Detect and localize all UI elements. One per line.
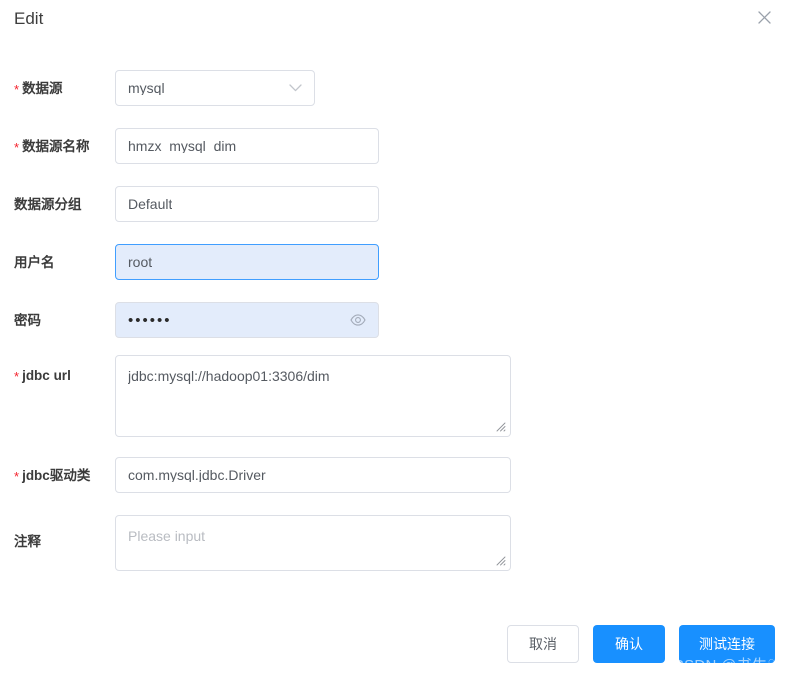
jdbc-url-textarea[interactable]: jdbc:mysql://hadoop01:3306/dim (115, 355, 511, 437)
form-row-datasource-name: * 数据源名称 hmzx_mysql_dim (0, 128, 789, 164)
test-connection-button[interactable]: 测试连接 (679, 625, 775, 663)
dialog-header: Edit (0, 0, 789, 48)
datasource-type-select[interactable]: mysql (115, 70, 315, 106)
label-datasource-type: * 数据源 (14, 79, 63, 99)
chevron-down-icon (289, 84, 302, 92)
dialog-footer: 取消 确认 测试连接 (507, 611, 775, 677)
datasource-group-input[interactable]: Default (115, 186, 379, 222)
resize-handle-icon[interactable] (496, 556, 508, 568)
form-row-username: 用户名 root (0, 244, 789, 280)
label-datasource-group: 数据源分组 (14, 195, 82, 215)
label-text: jdbc驱动类 (22, 468, 91, 483)
comment-textarea[interactable]: Please input (115, 515, 511, 571)
resize-handle-icon[interactable] (496, 422, 508, 434)
label-text: 数据源 (22, 81, 63, 96)
form-row-comment: 注释 Please input (0, 515, 789, 571)
label-jdbc-driver: * jdbc驱动类 (14, 466, 90, 486)
required-marker: * (14, 82, 20, 97)
label-comment: 注释 (14, 532, 41, 552)
cancel-button[interactable]: 取消 (507, 625, 579, 663)
datasource-group-value: Default (128, 197, 173, 211)
eye-icon[interactable] (350, 314, 366, 326)
label-username: 用户名 (14, 253, 55, 273)
form-row-jdbc-driver: * jdbc驱动类 com.mysql.jdbc.Driver (0, 457, 789, 493)
required-marker: * (14, 369, 20, 384)
form-row-datasource-group: 数据源分组 Default (0, 186, 789, 222)
required-marker: * (14, 469, 20, 484)
label-password: 密码 (14, 311, 41, 331)
label-jdbc-url: * jdbc url (14, 366, 71, 386)
label-text: 密码 (14, 313, 41, 328)
form-row-jdbc-url: * jdbc url jdbc:mysql://hadoop01:3306/dim (0, 355, 789, 437)
datasource-name-value: hmzx_mysql_dim (128, 139, 237, 153)
close-button[interactable] (751, 4, 777, 30)
label-text: 注释 (14, 534, 41, 549)
datasource-type-value: mysql (128, 81, 165, 95)
username-value: root (128, 255, 153, 269)
username-input[interactable]: root (115, 244, 379, 280)
form-row-password: 密码 •••••• (0, 302, 789, 338)
label-text: jdbc url (22, 368, 71, 383)
password-value: •••••• (128, 311, 172, 329)
form-row-datasource-type: * 数据源 mysql (0, 70, 789, 106)
required-marker: * (14, 140, 20, 155)
label-datasource-name: * 数据源名称 (14, 137, 90, 157)
edit-datasource-dialog: Edit * 数据源 mysql * 数据源名称 hmzx_mysql_dim … (0, 0, 789, 677)
jdbc-driver-value: com.mysql.jdbc.Driver (128, 468, 266, 482)
datasource-name-input[interactable]: hmzx_mysql_dim (115, 128, 379, 164)
label-text: 用户名 (14, 255, 55, 270)
label-text: 数据源名称 (22, 139, 90, 154)
test-connection-label: 测试连接 (699, 636, 755, 652)
password-input[interactable]: •••••• (115, 302, 379, 338)
close-icon (757, 10, 771, 24)
jdbc-driver-input[interactable]: com.mysql.jdbc.Driver (115, 457, 511, 493)
confirm-button[interactable]: 确认 (593, 625, 665, 663)
datasource-form: * 数据源 mysql * 数据源名称 hmzx_mysql_dim 数据源分组… (0, 48, 789, 677)
jdbc-url-value: jdbc:mysql://hadoop01:3306/dim (128, 368, 330, 384)
page-title: Edit (14, 9, 44, 28)
label-text: 数据源分组 (14, 197, 82, 212)
comment-placeholder: Please input (128, 528, 206, 544)
